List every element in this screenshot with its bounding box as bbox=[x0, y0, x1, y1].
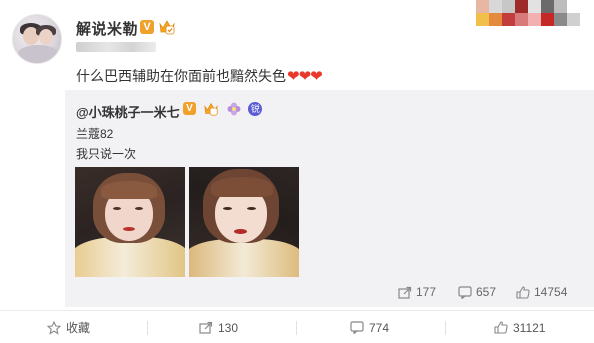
avatar[interactable] bbox=[12, 14, 62, 64]
repost-text-line-2: 我只说一次 bbox=[76, 147, 137, 161]
repost-stat-reposts[interactable]: 177 bbox=[398, 285, 436, 299]
repost-box[interactable]: @小珠桃子一米七 V 锐 兰蔻82 我只说一次 177 657 14754 bbox=[65, 90, 594, 307]
repost-stat-likes[interactable]: 14754 bbox=[516, 285, 567, 299]
like-count: 31121 bbox=[513, 320, 546, 335]
divider bbox=[147, 321, 148, 335]
level-badge-icon: 锐 bbox=[248, 101, 263, 116]
repost-button[interactable]: 130 bbox=[199, 311, 238, 343]
favorite-label: 收藏 bbox=[66, 321, 91, 335]
pixelated-corner-image bbox=[450, 0, 580, 28]
comment-icon bbox=[350, 321, 364, 334]
crown-icon bbox=[204, 103, 219, 116]
repost-icon bbox=[398, 286, 412, 299]
like-count: 14754 bbox=[534, 285, 568, 299]
like-icon bbox=[494, 321, 508, 334]
favorite-icon bbox=[47, 320, 61, 335]
repost-badges: V 锐 bbox=[183, 100, 265, 116]
repost-count: 130 bbox=[218, 320, 239, 335]
flower-icon bbox=[227, 102, 241, 116]
blurred-timestamp bbox=[76, 42, 156, 52]
repost-photo-2[interactable] bbox=[189, 167, 299, 277]
like-button[interactable]: 31121 bbox=[494, 311, 545, 343]
repost-username[interactable]: @小珠桃子一米七 bbox=[76, 102, 180, 121]
weibo-post: 解说米勒 V 什么巴西辅助在你面前也黯然失色❤❤❤ @小珠桃子一米七 V 锐 兰… bbox=[0, 0, 594, 343]
post-username[interactable]: 解说米勒 bbox=[76, 18, 138, 39]
divider bbox=[445, 321, 446, 335]
repost-text-line-1: 兰蔻82 bbox=[76, 127, 114, 141]
divider bbox=[296, 321, 297, 335]
repost-stat-comments[interactable]: 657 bbox=[458, 285, 496, 299]
comment-icon bbox=[458, 285, 472, 299]
action-bar: 收藏 130 774 31121 bbox=[0, 310, 594, 343]
repost-icon bbox=[199, 321, 213, 334]
post-text: 什么巴西辅助在你面前也黯然失色 bbox=[76, 68, 286, 84]
heart-emojis: ❤❤❤ bbox=[287, 68, 323, 85]
comment-button[interactable]: 774 bbox=[350, 311, 389, 343]
comment-count: 657 bbox=[476, 285, 497, 299]
repost-photo-1[interactable] bbox=[75, 167, 185, 277]
crown-icon bbox=[159, 20, 175, 35]
comment-count: 774 bbox=[369, 320, 390, 335]
verified-badge-icon: V bbox=[183, 102, 196, 116]
like-icon bbox=[516, 285, 530, 299]
repost-count: 177 bbox=[416, 285, 437, 299]
verified-badge-icon: V bbox=[140, 20, 154, 34]
post-content: 什么巴西辅助在你面前也黯然失色❤❤❤ bbox=[76, 66, 323, 86]
favorite-button[interactable]: 收藏 bbox=[47, 311, 90, 343]
